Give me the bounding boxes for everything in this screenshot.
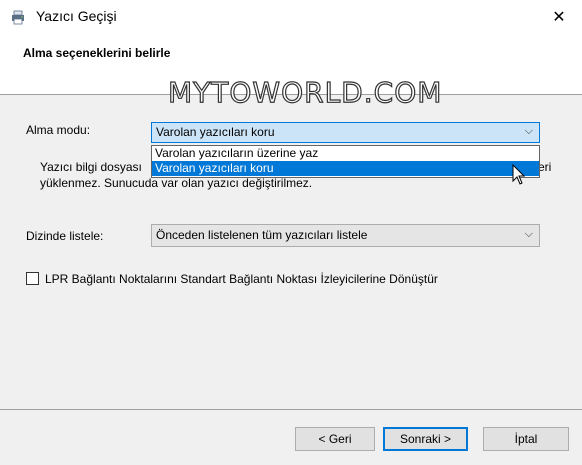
watermark: MYTOWORLD.COM bbox=[167, 75, 443, 109]
list-in-directory-label: Dizinde listele: bbox=[26, 229, 104, 243]
chevron-down-icon: ⌵ bbox=[524, 228, 533, 240]
chevron-down-icon: ⌵ bbox=[524, 125, 533, 137]
title-bar: Yazıcı Geçişi ✕ bbox=[0, 0, 582, 33]
dropdown-option-keep[interactable]: Varolan yazıcıları koru bbox=[152, 161, 539, 176]
close-button[interactable]: ✕ bbox=[536, 0, 582, 33]
import-mode-select[interactable]: Varolan yazıcıları koru ⌵ bbox=[151, 122, 540, 143]
page-title: Alma seçeneklerini belirle bbox=[23, 46, 171, 60]
list-in-directory-select[interactable]: Önceden listelenen tüm yazıcıları listel… bbox=[151, 224, 540, 247]
list-in-directory-value: Önceden listelenen tüm yazıcıları listel… bbox=[156, 228, 368, 242]
footer-divider bbox=[0, 409, 582, 410]
next-button[interactable]: Sonraki > bbox=[383, 427, 468, 451]
import-mode-dropdown-list: Varolan yazıcıların üzerine yaz Varolan … bbox=[151, 145, 540, 178]
mouse-pointer-icon bbox=[512, 164, 526, 185]
back-button[interactable]: < Geri bbox=[295, 427, 375, 451]
lpr-convert-label: LPR Bağlantı Noktalarını Standart Bağlan… bbox=[45, 272, 438, 286]
description-line2: yüklenmez. Sunucuda var olan yazıcı deği… bbox=[40, 176, 313, 190]
description-line1-start: Yazıcı bilgi dosyası bbox=[40, 160, 142, 174]
close-icon: ✕ bbox=[552, 8, 566, 26]
import-mode-value: Varolan yazıcıları koru bbox=[156, 125, 275, 139]
dropdown-option-overwrite[interactable]: Varolan yazıcıların üzerine yaz bbox=[152, 146, 539, 161]
lpr-convert-checkbox[interactable] bbox=[26, 272, 39, 285]
cancel-button[interactable]: İptal bbox=[483, 427, 569, 451]
description-line1-end: eri bbox=[538, 160, 552, 174]
printer-migration-icon bbox=[12, 10, 24, 25]
import-mode-label: Alma modu: bbox=[26, 123, 91, 137]
window-title: Yazıcı Geçişi bbox=[36, 8, 117, 24]
